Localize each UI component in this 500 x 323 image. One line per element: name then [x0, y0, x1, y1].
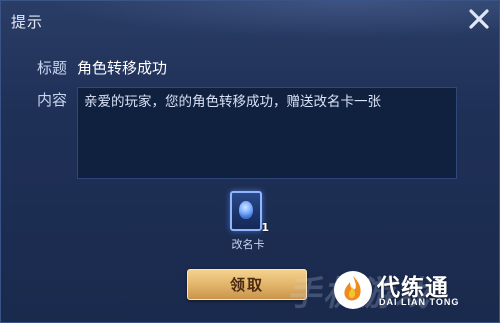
flame-logo-icon: [334, 271, 372, 309]
close-icon[interactable]: [467, 7, 491, 31]
card-emblem-icon: [239, 201, 253, 219]
mail-title-value: 角色转移成功: [77, 59, 168, 77]
rename-card-icon: [230, 191, 262, 231]
reward-item[interactable]: 1: [227, 190, 269, 234]
item-name: 改名卡: [231, 238, 265, 251]
dialog-title: 提示: [11, 13, 44, 31]
item-quantity: 1: [261, 221, 269, 234]
mail-content-text: 亲爱的玩家，您的角色转移成功，赠送改名卡一张: [84, 94, 381, 110]
mail-content-label: 内容: [37, 91, 68, 109]
watermark: 手机游戏 代练通 DAI LIAN TONG: [287, 264, 493, 316]
reward-mail-dialog: 提示 标题 角色转移成功 内容 亲爱的玩家，您的角色转移成功，赠送改名卡一张 1…: [0, 0, 500, 323]
mail-title-label: 标题: [37, 59, 68, 77]
mail-content-box: 亲爱的玩家，您的角色转移成功，赠送改名卡一张: [77, 87, 457, 179]
watermark-brand-sub: DAI LIAN TONG: [379, 297, 460, 307]
